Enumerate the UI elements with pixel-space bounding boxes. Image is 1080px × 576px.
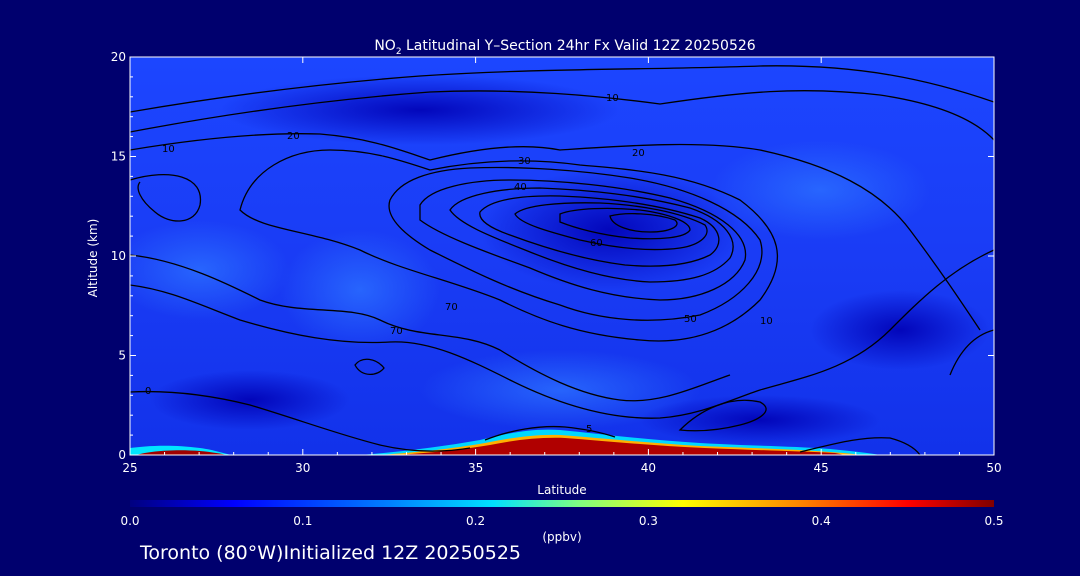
contour-label: 0 (145, 386, 151, 397)
contour-label: 10 (162, 144, 175, 155)
chart-svg: 10 10 20 20 30 40 60 70 70 50 10 0 5 NO2… (86, 38, 1004, 544)
x-tick-label: 25 (122, 461, 137, 475)
colorbar-tick-label: 0.2 (466, 514, 485, 528)
title-suffix: Latitudinal Y–Section 24hr Fx Valid 12Z … (402, 38, 756, 54)
contour-label: 50 (684, 314, 697, 325)
field-patch (710, 140, 930, 240)
x-tick-label: 35 (468, 461, 483, 475)
x-tick-label: 45 (814, 461, 829, 475)
title-prefix: NO (374, 38, 396, 54)
contour-label: 5 (586, 424, 592, 435)
contour-label: 40 (514, 182, 527, 193)
colorbar-ticks: 0.0 0.1 0.2 0.3 0.4 0.5 (120, 514, 1003, 528)
colorbar-tick-label: 0.4 (812, 514, 831, 528)
y-axis-label: Altitude (km) (86, 219, 100, 298)
contour-label: 10 (606, 93, 619, 104)
x-tick-label: 50 (986, 461, 1001, 475)
contour-label: 70 (390, 326, 403, 337)
colorbar-tick-label: 0.1 (293, 514, 312, 528)
contour-label: 60 (590, 238, 603, 249)
no2-field (130, 57, 994, 455)
plot-stage: 10 10 20 20 30 40 60 70 70 50 10 0 5 NO2… (0, 0, 1080, 576)
y-tick-label: 5 (118, 349, 126, 363)
contour-label: 20 (632, 148, 645, 159)
x-tick-label: 40 (641, 461, 656, 475)
contour-label: 10 (760, 316, 773, 327)
y-tick-label: 20 (111, 50, 126, 64)
contour-label: 30 (518, 156, 531, 167)
contour-label: 70 (445, 302, 458, 313)
colorbar-tick-label: 0.0 (120, 514, 139, 528)
y-tick-label: 15 (111, 150, 126, 164)
chart-title: NO2 Latitudinal Y–Section 24hr Fx Valid … (374, 38, 755, 57)
field-patch (810, 290, 990, 370)
y-tick-label: 0 (118, 448, 126, 462)
y-tick-label: 10 (111, 249, 126, 263)
x-tick-label: 30 (295, 461, 310, 475)
colorbar (130, 500, 994, 507)
colorbar-tick-label: 0.5 (984, 514, 1003, 528)
colorbar-tick-label: 0.3 (639, 514, 658, 528)
footer-caption: Toronto (80°W)Initialized 12Z 20250525 (140, 542, 522, 564)
x-axis-label: Latitude (537, 483, 586, 497)
colorbar-unit-label: (ppbv) (542, 530, 581, 544)
field-patch (150, 370, 350, 430)
contour-label: 20 (287, 131, 300, 142)
